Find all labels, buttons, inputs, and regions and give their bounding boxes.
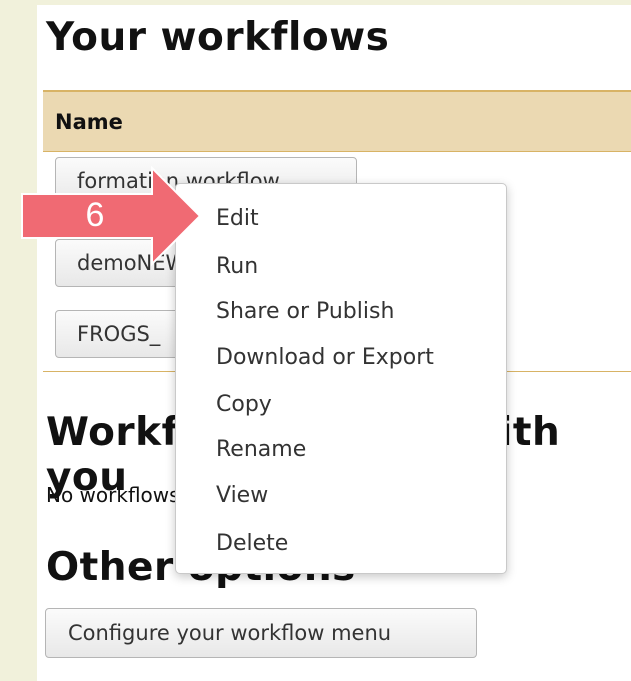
annotation-step-number: 6 [85,196,105,234]
annotation-arrow-icon [21,165,202,267]
